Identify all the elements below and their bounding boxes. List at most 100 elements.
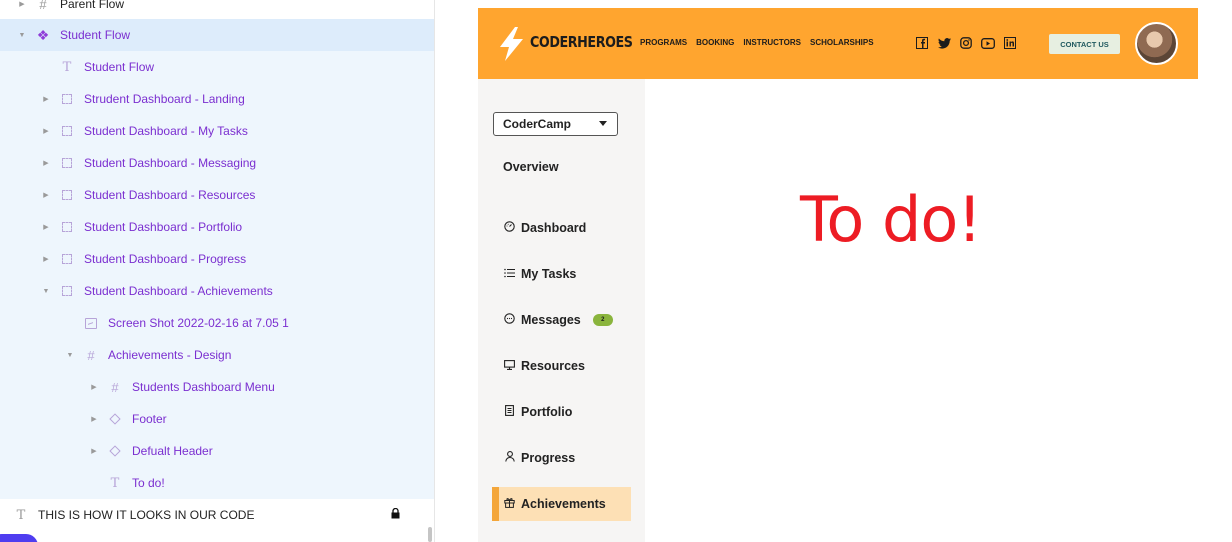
layer-row-student-flow-text[interactable]: T Student Flow [0, 51, 434, 83]
layer-row-portfolio[interactable]: ▶ Student Dashboard - Portfolio [0, 211, 434, 243]
layer-label: Student Flow [84, 60, 155, 74]
sidebar-item-dashboard[interactable]: Dashboard [492, 211, 631, 245]
avatar[interactable] [1135, 22, 1178, 65]
layer-label: Student Dashboard - Portfolio [84, 220, 243, 234]
program-select-value: CoderCamp [503, 117, 572, 131]
layer-row-resources[interactable]: ▶ Student Dashboard - Resources [0, 179, 434, 211]
layer-label: To do! [132, 476, 165, 490]
frame-icon: # [87, 347, 95, 363]
layer-label: Student Dashboard - Achievements [84, 284, 273, 298]
layer-row-code-note[interactable]: T THIS IS HOW IT LOOKS IN OUR CODE [0, 499, 434, 531]
frame-icon: # [111, 379, 119, 395]
lock-icon[interactable] [391, 507, 400, 522]
expand-caret-icon[interactable]: ▶ [88, 447, 100, 455]
expand-caret-icon[interactable]: ▶ [40, 95, 52, 103]
gift-icon [503, 497, 516, 511]
layer-row-my-tasks[interactable]: ▶ Student Dashboard - My Tasks [0, 115, 434, 147]
expand-caret-icon[interactable]: ▶ [40, 255, 52, 263]
nav-scholarships[interactable]: SCHOLARSHIPS [810, 38, 874, 47]
facebook-icon[interactable] [915, 36, 929, 50]
sidebar-item-label: Messages [521, 313, 581, 327]
twitter-icon[interactable] [937, 36, 951, 50]
expand-caret-icon[interactable]: ▶ [16, 0, 28, 8]
collapse-caret-icon[interactable]: ▼ [40, 288, 52, 295]
section-icon [60, 124, 74, 138]
nav-programs[interactable]: PROGRAMS [640, 38, 687, 47]
program-select[interactable]: CoderCamp [493, 112, 618, 136]
layer-row-landing[interactable]: ▶ Strudent Dashboard - Landing [0, 83, 434, 115]
layer-label: Achievements - Design [108, 348, 232, 362]
layer-row-student-flow[interactable]: ▼ ❖ Student Flow [0, 19, 434, 51]
layer-row-screenshot[interactable]: Screen Shot 2022-02-16 at 7.05 1 [0, 307, 434, 339]
chevron-down-icon [599, 121, 607, 126]
sidebar-item-label: Achievements [521, 497, 606, 511]
lightning-logo-icon[interactable] [496, 27, 526, 61]
layer-row-parent-flow[interactable]: ▶ # Parent Flow [0, 0, 434, 20]
expand-caret-icon[interactable]: ▶ [40, 191, 52, 199]
expand-caret-icon[interactable]: ▶ [40, 223, 52, 231]
layer-row-achievements-design[interactable]: ▼ # Achievements - Design [0, 339, 434, 371]
layers-panel: ▶ # Parent Flow ▼ ❖ Student Flow T Stude… [0, 0, 435, 542]
sidebar-item-portfolio[interactable]: Portfolio [492, 395, 631, 429]
text-icon: T [62, 59, 72, 75]
nav-instructors[interactable]: INSTRUCTORS [743, 38, 801, 47]
sidebar-item-label: Resources [521, 359, 585, 373]
person-icon [503, 451, 516, 465]
layer-row-dashboard-menu[interactable]: ▶ # Students Dashboard Menu [0, 371, 434, 403]
layer-row-progress[interactable]: ▶ Student Dashboard - Progress [0, 243, 434, 275]
sidebar-item-label: Portfolio [521, 405, 573, 419]
layer-label: Student Dashboard - Resources [84, 188, 256, 202]
nav-booking[interactable]: BOOKING [696, 38, 734, 47]
expand-caret-icon[interactable]: ▶ [40, 127, 52, 135]
site-header: CODERHEROES PROGRAMS BOOKING INSTRUCTORS… [478, 8, 1198, 79]
section-icon [60, 92, 74, 106]
section-icon [60, 188, 74, 202]
layer-row-achievements[interactable]: ▼ Student Dashboard - Achievements [0, 275, 434, 307]
sidebar-item-my-tasks[interactable]: My Tasks [492, 257, 631, 291]
instance-icon [108, 412, 122, 426]
layer-label: Screen Shot 2022-02-16 at 7.05 1 [108, 316, 289, 330]
layer-row-footer[interactable]: ▶ Footer [0, 403, 434, 435]
layer-row-default-header[interactable]: ▶ Defualt Header [0, 435, 434, 467]
expand-caret-icon[interactable]: ▶ [40, 159, 52, 167]
sidebar-item-achievements[interactable]: Achievements [492, 487, 631, 521]
text-icon: T [16, 507, 26, 523]
linkedin-icon[interactable] [1003, 36, 1017, 50]
contact-us-button[interactable]: CONTACT US [1049, 34, 1120, 54]
sidebar-item-label: Dashboard [521, 221, 587, 235]
sidebar-item-messages[interactable]: Messages 2 [492, 303, 631, 337]
main-nav: PROGRAMS BOOKING INSTRUCTORS SCHOLARSHIP… [640, 38, 874, 47]
component-icon: ❖ [36, 26, 50, 43]
layer-row-todo-text[interactable]: T To do! [0, 467, 434, 499]
sidebar-item-label: Progress [521, 451, 576, 465]
expand-caret-icon[interactable]: ▶ [88, 415, 100, 423]
list-icon [503, 268, 516, 281]
layer-label: Student Dashboard - My Tasks [84, 124, 248, 138]
instagram-icon[interactable] [959, 36, 973, 50]
section-icon [60, 252, 74, 266]
collapse-caret-icon[interactable]: ▼ [64, 352, 76, 359]
youtube-icon[interactable] [981, 36, 995, 50]
sidebar-item-label: My Tasks [521, 267, 577, 281]
section-icon [60, 284, 74, 298]
layer-label: Student Dashboard - Progress [84, 252, 247, 266]
layer-label: THIS IS HOW IT LOOKS IN OUR CODE [38, 508, 255, 522]
multiplayer-badge[interactable] [0, 534, 38, 542]
collapse-caret-icon[interactable]: ▼ [16, 32, 28, 39]
frame-icon: # [39, 0, 47, 12]
brand-logo[interactable]: CODERHEROES [530, 33, 633, 51]
gauge-icon [503, 221, 516, 235]
social-links [915, 36, 1017, 50]
layer-label: Strudent Dashboard - Landing [84, 92, 245, 106]
layer-row-messaging[interactable]: ▶ Student Dashboard - Messaging [0, 147, 434, 179]
layer-label: Defualt Header [132, 444, 213, 458]
layers-scrollbar[interactable] [428, 527, 432, 542]
layer-label: Footer [132, 412, 167, 426]
sidebar-item-progress[interactable]: Progress [492, 441, 631, 475]
overview-heading[interactable]: Overview [503, 160, 559, 174]
expand-caret-icon[interactable]: ▶ [88, 383, 100, 391]
instance-icon [108, 444, 122, 458]
layer-label: Student Flow [60, 28, 131, 42]
sidebar-item-resources[interactable]: Resources [492, 349, 631, 383]
student-dashboard-menu: CoderCamp Overview Dashboard My Tasks Me… [478, 79, 645, 542]
